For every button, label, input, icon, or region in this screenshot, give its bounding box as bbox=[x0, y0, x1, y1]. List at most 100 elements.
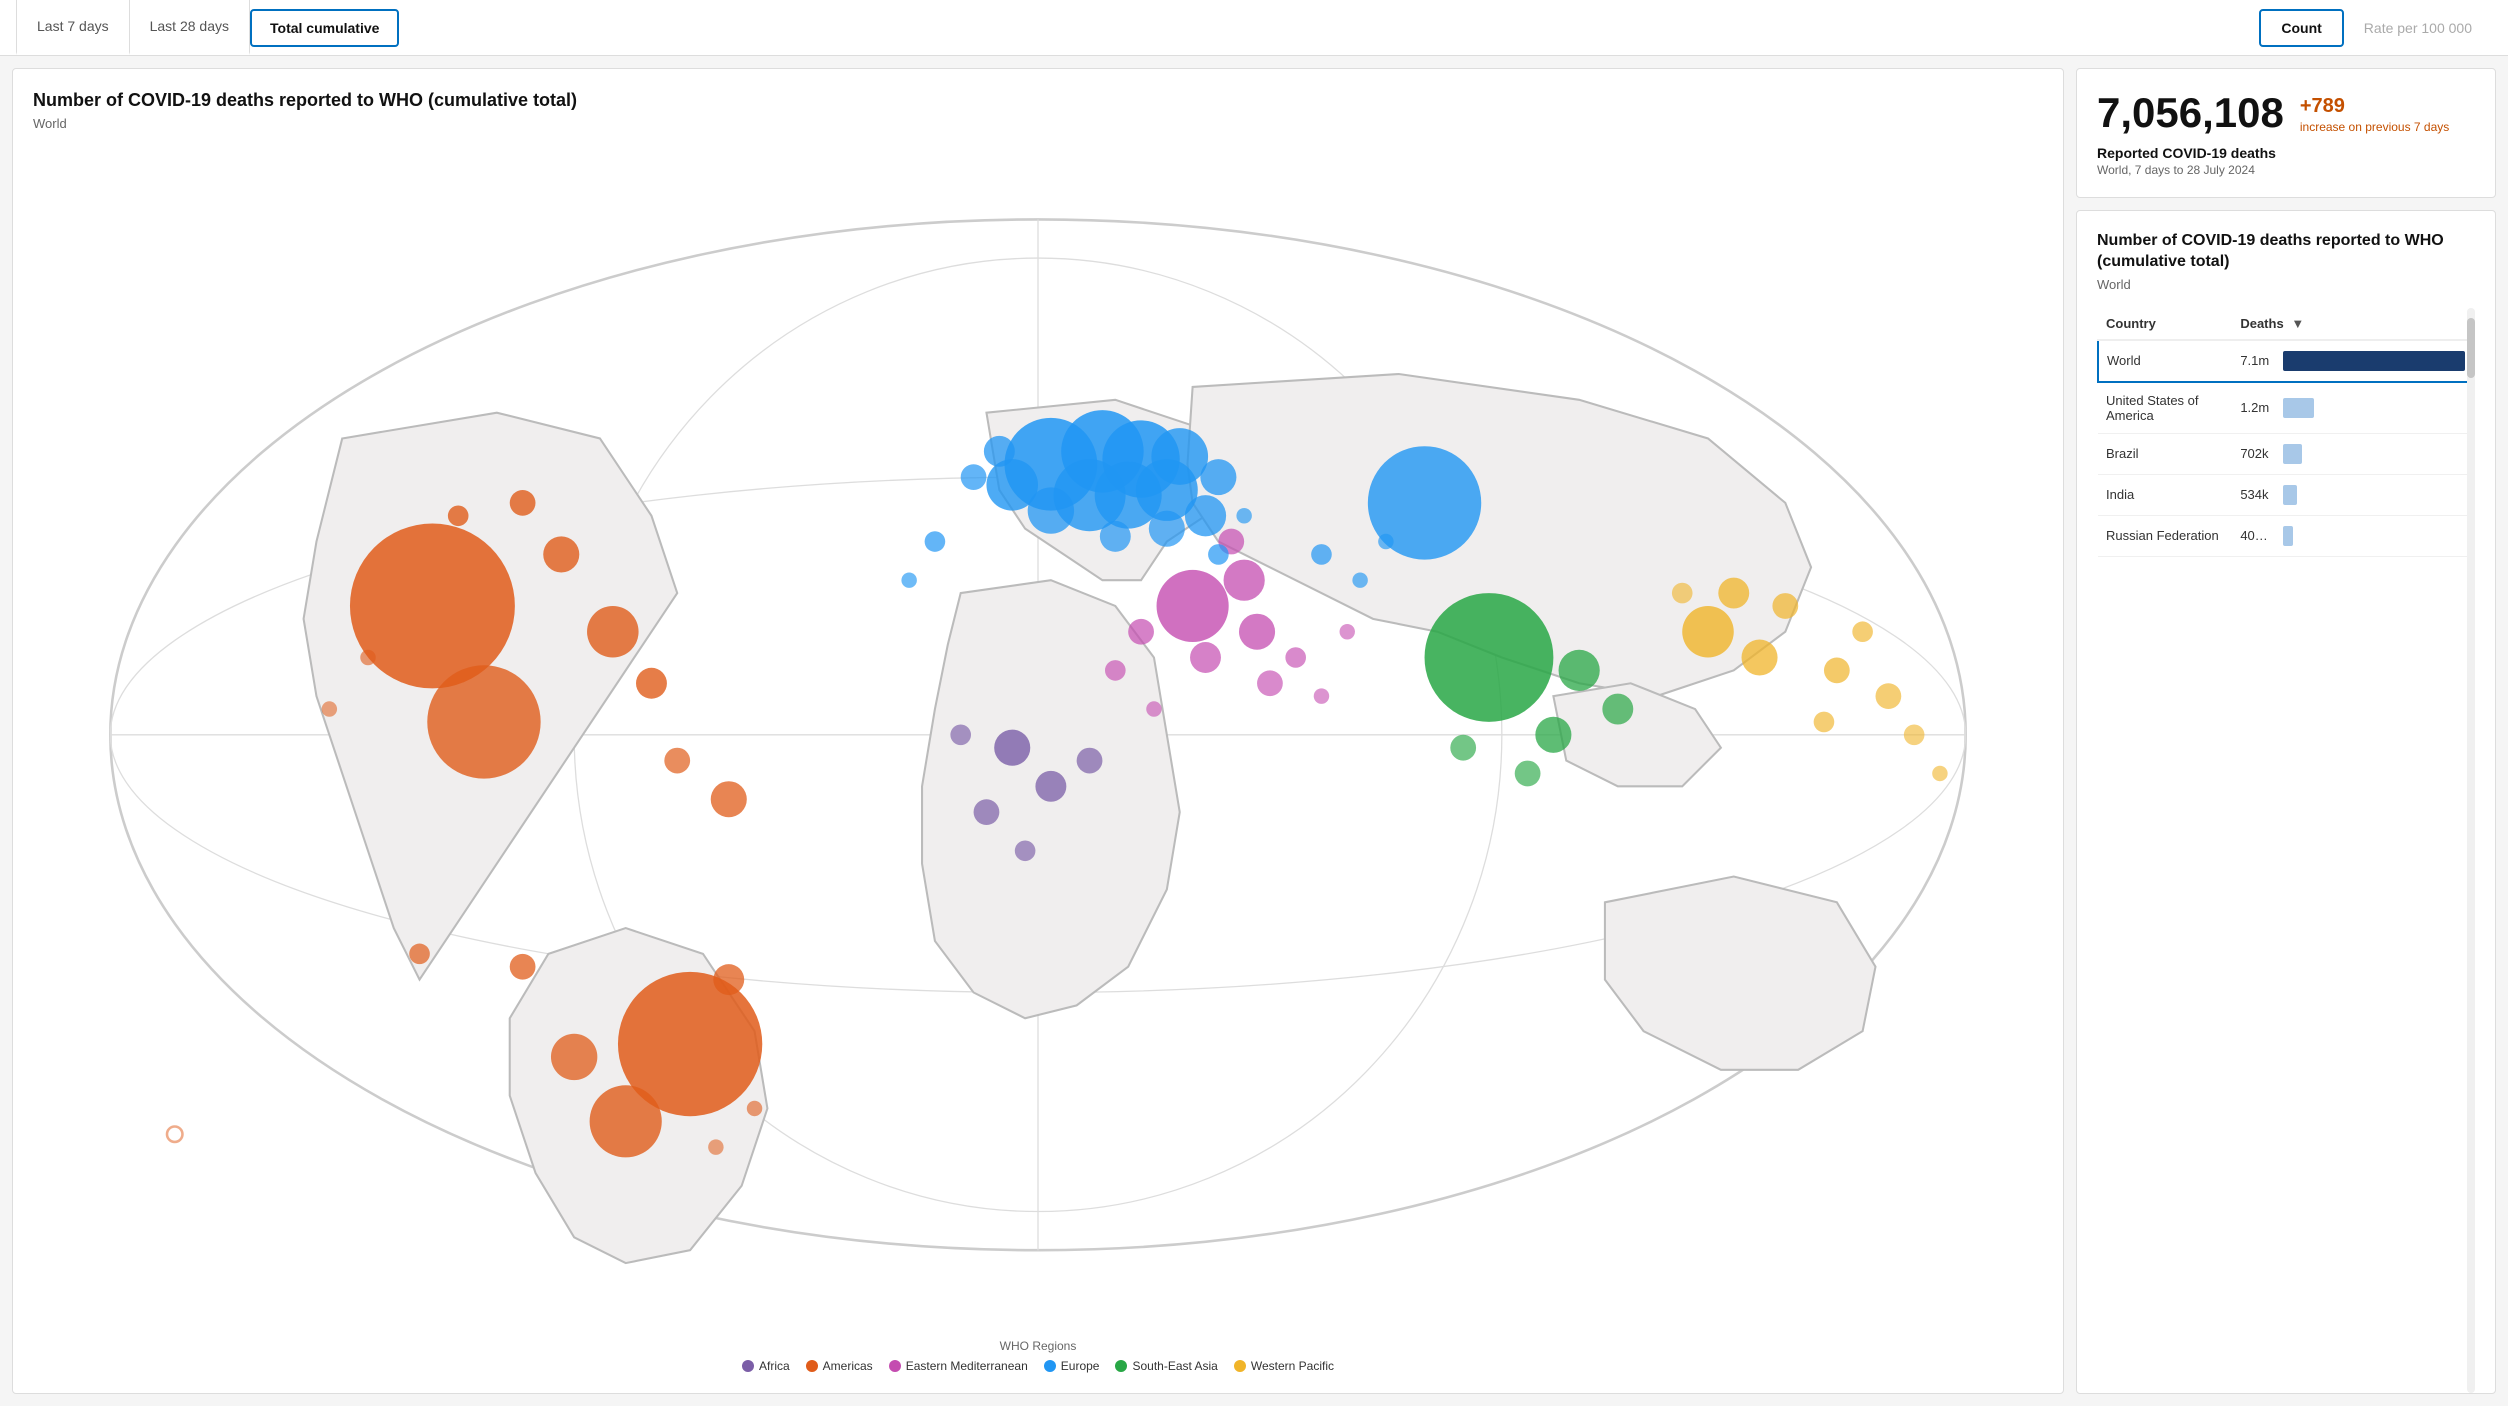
metric-count-button[interactable]: Count bbox=[2259, 9, 2343, 47]
col-header-deaths[interactable]: Deaths ▼ bbox=[2232, 308, 2474, 340]
world-map-svg bbox=[33, 143, 2043, 1327]
map-legend: WHO Regions Africa Americas Eastern Medi… bbox=[33, 1327, 2043, 1373]
bar-fill-usa bbox=[2283, 398, 2314, 418]
bubble-wp-10 bbox=[1672, 583, 1693, 604]
bubble-wp-1 bbox=[1682, 606, 1734, 658]
bar-track-usa bbox=[2283, 398, 2466, 418]
bubble-africa-1 bbox=[994, 730, 1030, 766]
col-deaths-label: Deaths bbox=[2240, 316, 2283, 331]
tab-last28days[interactable]: Last 28 days bbox=[130, 0, 250, 55]
bubble-eu-extra2 bbox=[901, 573, 916, 588]
legend-item-western-pacific: Western Pacific bbox=[1234, 1359, 1334, 1373]
legend-label-western-pacific: Western Pacific bbox=[1251, 1359, 1334, 1373]
bubble-americas-sa5 bbox=[510, 954, 536, 980]
map-title: Number of COVID-19 deaths reported to WH… bbox=[33, 89, 2043, 112]
time-tab-group: Last 7 days Last 28 days Total cumulativ… bbox=[16, 0, 399, 55]
bubble-americas-sa6 bbox=[409, 944, 430, 965]
stats-card: 7,056,108 +789 increase on previous 7 da… bbox=[2076, 68, 2496, 198]
legend-item-eastern-med: Eastern Mediterranean bbox=[889, 1359, 1028, 1373]
deaths-value-russia: 40… bbox=[2240, 528, 2275, 543]
bubble-americas-5 bbox=[510, 490, 536, 516]
metric-group: Count Rate per 100 000 bbox=[2259, 0, 2492, 55]
bubble-wp-11 bbox=[1932, 766, 1947, 781]
legend-item-africa: Africa bbox=[742, 1359, 790, 1373]
scrollbar-thumb[interactable] bbox=[2467, 318, 2475, 378]
table-row-usa[interactable]: United States of America 1.2m bbox=[2098, 382, 2474, 434]
bubble-americas-2 bbox=[427, 666, 540, 779]
legend-dot-africa bbox=[742, 1360, 754, 1372]
table-card-subtitle: World bbox=[2097, 277, 2475, 292]
bubble-europe-7 bbox=[1151, 429, 1208, 486]
deaths-usa: 1.2m bbox=[2232, 382, 2474, 434]
tab-bar: Last 7 days Last 28 days Total cumulativ… bbox=[0, 0, 2508, 56]
bubble-am-extra3 bbox=[747, 1101, 762, 1116]
bubble-am-extra4 bbox=[708, 1140, 723, 1155]
legend-label-eastern-med: Eastern Mediterranean bbox=[906, 1359, 1028, 1373]
deaths-russia: 40… bbox=[2232, 515, 2474, 556]
legend-dot-americas bbox=[806, 1360, 818, 1372]
bubble-em-1 bbox=[1157, 570, 1229, 642]
bubble-wp-3 bbox=[1718, 578, 1749, 609]
bubble-am-extra1 bbox=[360, 650, 375, 665]
bubble-wp-2 bbox=[1742, 640, 1778, 676]
bubble-asia-blue1 bbox=[1311, 545, 1332, 566]
deaths-table: Country Deaths ▼ World 7.1 bbox=[2097, 308, 2475, 557]
country-russia: Russian Federation bbox=[2098, 515, 2232, 556]
stats-reported-label: Reported COVID-19 deaths bbox=[2097, 145, 2475, 161]
main-container: Number of COVID-19 deaths reported to WH… bbox=[0, 56, 2508, 1406]
table-wrapper: Country Deaths ▼ World 7.1 bbox=[2097, 308, 2475, 1393]
table-row-brazil[interactable]: Brazil 702k bbox=[2098, 433, 2474, 474]
stats-main-number: 7,056,108 bbox=[2097, 89, 2284, 137]
legend-label-sea: South-East Asia bbox=[1132, 1359, 1217, 1373]
bubble-americas-6 bbox=[448, 506, 469, 527]
legend-title: WHO Regions bbox=[33, 1339, 2043, 1353]
legend-label-africa: Africa bbox=[759, 1359, 790, 1373]
bubble-em-3 bbox=[1239, 614, 1275, 650]
bubble-wp-9 bbox=[1904, 725, 1925, 746]
legend-item-europe: Europe bbox=[1044, 1359, 1100, 1373]
bubble-em-5 bbox=[1128, 619, 1154, 645]
legend-item-americas: Americas bbox=[806, 1359, 873, 1373]
bubble-africa-5 bbox=[1015, 841, 1036, 862]
bubble-asia-blue3 bbox=[1378, 534, 1393, 549]
tab-total-cumulative[interactable]: Total cumulative bbox=[250, 9, 399, 47]
bubble-wp-5 bbox=[1824, 658, 1850, 684]
bubble-americas-7 bbox=[636, 668, 667, 699]
table-row-india[interactable]: India 534k bbox=[2098, 474, 2474, 515]
map-panel: Number of COVID-19 deaths reported to WH… bbox=[12, 68, 2064, 1394]
table-row-world[interactable]: World 7.1m bbox=[2098, 340, 2474, 382]
bar-track-russia bbox=[2283, 526, 2466, 546]
bubble-sea-6 bbox=[1450, 735, 1476, 761]
table-card-title: Number of COVID-19 deaths reported to WH… bbox=[2097, 231, 2475, 273]
map-area bbox=[33, 143, 2043, 1327]
bubble-eu-extra1 bbox=[925, 532, 946, 553]
stats-meta: World, 7 days to 28 July 2024 bbox=[2097, 163, 2475, 177]
bubble-europe-10 bbox=[1185, 496, 1226, 537]
bubble-em-7 bbox=[1257, 671, 1283, 697]
tab-last7days[interactable]: Last 7 days bbox=[16, 0, 130, 55]
bubble-europe-9 bbox=[1028, 488, 1074, 534]
bubble-americas-ca2 bbox=[664, 748, 690, 774]
bubble-am-extra2 bbox=[322, 702, 337, 717]
metric-rate-button[interactable]: Rate per 100 000 bbox=[2344, 9, 2492, 47]
country-world: World bbox=[2098, 340, 2232, 382]
bubble-sea-5 bbox=[1515, 761, 1541, 787]
deaths-value-world: 7.1m bbox=[2240, 353, 2275, 368]
bubble-europe-13 bbox=[961, 465, 987, 491]
bubble-em-extra3 bbox=[1314, 689, 1329, 704]
legend-items-container: Africa Americas Eastern Mediterranean Eu… bbox=[33, 1359, 2043, 1373]
bubble-africa-4 bbox=[1077, 748, 1103, 774]
col-header-country: Country bbox=[2098, 308, 2232, 340]
bubble-em-2 bbox=[1224, 560, 1265, 601]
bubble-wp-7 bbox=[1814, 712, 1835, 733]
bubble-eu-extra3 bbox=[1208, 545, 1229, 566]
bubble-em-8 bbox=[1105, 660, 1126, 681]
bubble-europe-15 bbox=[1100, 521, 1131, 552]
bar-track-world bbox=[2283, 351, 2465, 371]
stats-increase-value: +789 bbox=[2300, 95, 2449, 118]
table-row-russia[interactable]: Russian Federation 40… bbox=[2098, 515, 2474, 556]
bubble-wp-6 bbox=[1876, 684, 1902, 710]
right-panel: 7,056,108 +789 increase on previous 7 da… bbox=[2076, 68, 2496, 1394]
main-death-count: 7,056,108 bbox=[2097, 89, 2284, 137]
table-card: Number of COVID-19 deaths reported to WH… bbox=[2076, 210, 2496, 1394]
